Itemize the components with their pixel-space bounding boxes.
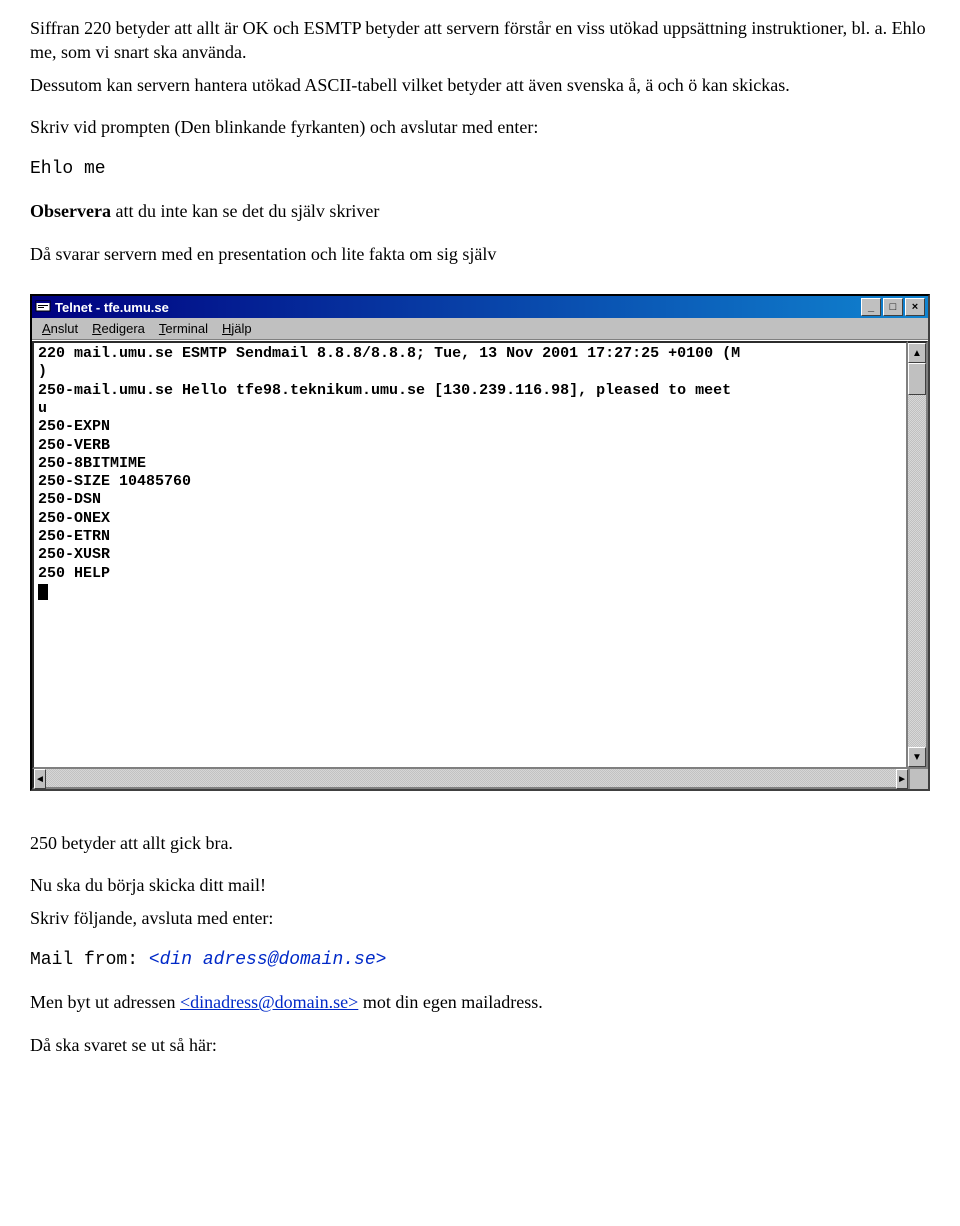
horizontal-scrollbar[interactable]: ◄ ► [32, 769, 910, 789]
terminal-area: 220 mail.umu.se ESMTP Sendmail 8.8.8/8.8… [32, 340, 928, 769]
menu-text: edigera [102, 321, 145, 336]
menu-underline: H [222, 321, 231, 336]
text: att du inte kan se det du själv skriver [111, 201, 379, 221]
paragraph: Nu ska du börja skicka ditt mail! [30, 873, 930, 897]
telnet-window: Telnet - tfe.umu.se _ □ × Anslut Rediger… [30, 294, 930, 791]
window-titlebar[interactable]: Telnet - tfe.umu.se _ □ × [32, 296, 928, 318]
cursor-icon [38, 584, 48, 600]
window-title: Telnet - tfe.umu.se [55, 300, 861, 315]
terminal-line: 250-SIZE 10485760 [38, 473, 191, 490]
window-menubar: Anslut Redigera Terminal Hjälp [32, 318, 928, 340]
menu-terminal[interactable]: Terminal [153, 320, 214, 337]
terminal-line: 250-ONEX [38, 510, 110, 527]
scroll-track[interactable] [908, 395, 926, 747]
terminal-line: 250-DSN [38, 491, 101, 508]
scroll-track[interactable] [46, 769, 896, 787]
text: Men byt ut adressen [30, 992, 180, 1012]
terminal-line: ) [38, 363, 47, 380]
menu-text: nslut [51, 321, 78, 336]
menu-anslut[interactable]: Anslut [36, 320, 84, 337]
paragraph: Observera att du inte kan se det du själ… [30, 199, 930, 223]
vertical-scrollbar[interactable]: ▲ ▼ [908, 341, 928, 769]
paragraph: Då svarar servern med en presentation oc… [30, 242, 930, 266]
menu-text: erminal [165, 321, 208, 336]
bold-text: Observera [30, 201, 111, 221]
scroll-right-button[interactable]: ► [896, 769, 908, 789]
terminal-line: 250-ETRN [38, 528, 110, 545]
scroll-left-button[interactable]: ◄ [34, 769, 46, 789]
maximize-button[interactable]: □ [883, 298, 903, 316]
menu-redigera[interactable]: Redigera [86, 320, 151, 337]
terminal-line: 250-XUSR [38, 546, 110, 563]
terminal-line: 220 mail.umu.se ESMTP Sendmail 8.8.8/8.8… [38, 345, 740, 362]
code-line: Ehlo me [30, 157, 930, 181]
paragraph: Dessutom kan servern hantera utökad ASCI… [30, 73, 930, 97]
code-line: Mail from: <din adress@domain.se> [30, 948, 930, 972]
terminal-line: 250-mail.umu.se Hello tfe98.teknikum.umu… [38, 382, 731, 399]
scroll-up-button[interactable]: ▲ [908, 343, 926, 363]
terminal-line: u [38, 400, 47, 417]
close-button[interactable]: × [905, 298, 925, 316]
minimize-button[interactable]: _ [861, 298, 881, 316]
menu-text: jälp [231, 321, 251, 336]
menu-hjalp[interactable]: Hjälp [216, 320, 258, 337]
terminal-line: 250-8BITMIME [38, 455, 146, 472]
paragraph: Siffran 220 betyder att allt är OK och E… [30, 16, 930, 65]
terminal-line: 250-EXPN [38, 418, 110, 435]
link-text[interactable]: <dinadress@domain.se> [180, 992, 358, 1012]
scroll-corner [910, 769, 928, 787]
paragraph: Men byt ut adressen <dinadress@domain.se… [30, 990, 930, 1014]
paragraph: Skriv följande, avsluta med enter: [30, 906, 930, 930]
menu-underline: A [42, 321, 51, 336]
paragraph: 250 betyder att allt gick bra. [30, 831, 930, 855]
scroll-down-button[interactable]: ▼ [908, 747, 926, 767]
terminal-line: 250 HELP [38, 565, 110, 582]
document-page: Siffran 220 betyder att allt är OK och E… [0, 0, 960, 1105]
app-icon [35, 299, 51, 315]
text: mot din egen mailadress. [358, 992, 542, 1012]
placeholder-text: <din adress@domain.se> [149, 950, 387, 970]
terminal-output[interactable]: 220 mail.umu.se ESMTP Sendmail 8.8.8/8.8… [32, 341, 908, 769]
terminal-line: 250-VERB [38, 437, 110, 454]
paragraph: Skriv vid prompten (Den blinkande fyrkan… [30, 115, 930, 139]
menu-underline: R [92, 321, 101, 336]
scroll-thumb[interactable] [908, 363, 926, 395]
paragraph: Då ska svaret se ut så här: [30, 1033, 930, 1057]
text: Mail from: [30, 950, 149, 970]
window-buttons: _ □ × [861, 298, 925, 316]
